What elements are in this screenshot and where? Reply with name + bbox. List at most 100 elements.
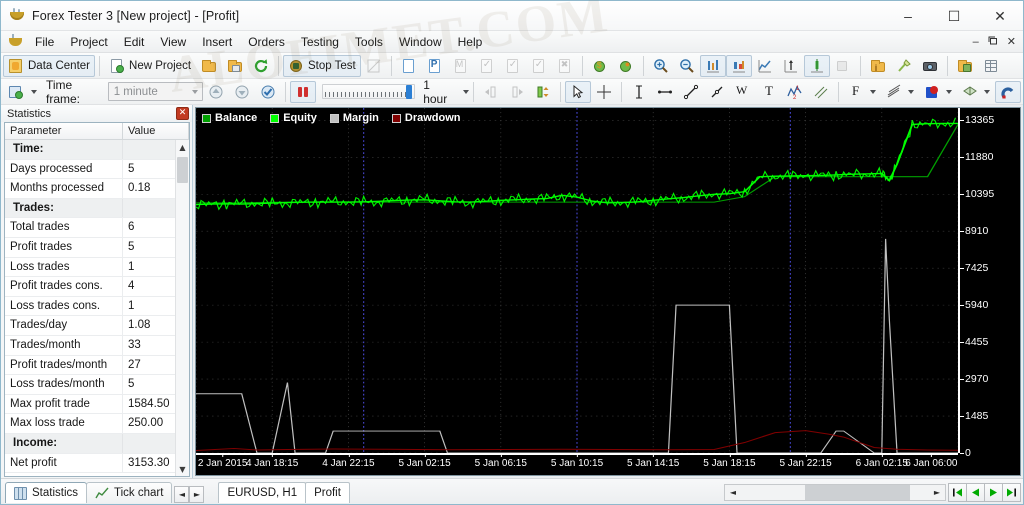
mdi-minimize-button[interactable]: – (973, 36, 979, 48)
autoscale-button[interactable] (803, 54, 830, 77)
line-style-button[interactable] (881, 81, 919, 103)
table-row[interactable]: Loss trades cons. 1 (5, 296, 189, 317)
wave-tool-button[interactable]: W (730, 81, 756, 103)
menu-item-window[interactable]: Window (391, 32, 450, 52)
doc-tab-eurusd[interactable]: EURUSD, H1 (218, 482, 307, 503)
table-row[interactable]: Months processed 0.18 (5, 179, 189, 199)
table-row[interactable]: Loss trades 1 (5, 257, 189, 278)
candlestick-mode-button[interactable] (725, 54, 752, 77)
profit-chart[interactable]: Balance Equity Margin Drawdown 0 1485 2970 445… (195, 107, 1021, 476)
news-button[interactable]: i (865, 55, 891, 77)
timeframe-down-button[interactable] (229, 81, 255, 103)
legend-item-margin[interactable]: Margin (329, 112, 379, 124)
position-button[interactable]: P (422, 55, 448, 77)
objects-dropdown-icon[interactable] (984, 89, 990, 94)
line-style-dropdown-icon[interactable] (908, 89, 914, 94)
new-project-button[interactable]: New Project (104, 55, 196, 77)
table-row[interactable]: Trades/day 1.08 (5, 316, 189, 336)
sell-order-button[interactable]: ● (613, 55, 639, 77)
buy-order-button[interactable]: $ (587, 55, 613, 77)
resize-bar-button[interactable] (530, 81, 556, 103)
scroll-down-button[interactable]: ▼ (176, 462, 190, 476)
table-row[interactable]: Max profit trade 1584.50 (5, 394, 189, 415)
chart-tool-button[interactable] (361, 55, 387, 77)
menu-item-file[interactable]: File (27, 32, 62, 52)
close-all-button[interactable]: ✖ (552, 55, 578, 77)
trend-line-tool-button[interactable] (678, 81, 704, 103)
add-indicator-button[interactable] (3, 81, 42, 103)
time-frame-select[interactable]: 1 minute (107, 82, 204, 101)
add-indicator-dropdown-icon[interactable] (31, 89, 37, 94)
cursor-tool-button[interactable] (565, 80, 591, 103)
new-chart-button[interactable] (396, 55, 422, 77)
scrollbar-thumb[interactable] (804, 484, 911, 500)
table-row[interactable]: Days processed 5 (5, 159, 189, 180)
color-button[interactable] (919, 81, 957, 103)
checklist-button-1[interactable]: ✓ (474, 55, 500, 77)
minimize-button[interactable]: – (885, 1, 931, 31)
menu-item-insert[interactable]: Insert (194, 32, 240, 52)
table-row[interactable]: Max loss trade 250.00 (5, 414, 189, 434)
zoom-in-button[interactable] (648, 55, 674, 77)
checklist-button-3[interactable]: ✓ (526, 55, 552, 77)
scroll-up-button[interactable]: ▲ (176, 140, 190, 154)
menu-item-view[interactable]: View (152, 32, 194, 52)
table-row[interactable]: Loss trades/month 5 (5, 375, 189, 395)
cleanup-button[interactable] (891, 55, 917, 77)
scrollbar-track[interactable] (741, 484, 929, 500)
data-center-button[interactable]: Data Center (3, 54, 96, 77)
legend-item-equity[interactable]: Equity (270, 112, 317, 124)
speed-dropdown-icon[interactable] (463, 89, 469, 94)
tab-nav-next-button[interactable]: ► (189, 485, 205, 503)
legend-item-drawdown[interactable]: Drawdown (391, 112, 461, 124)
apply-timeframe-button[interactable] (255, 81, 281, 103)
zoom-out-button[interactable] (674, 55, 700, 77)
tab-statistics[interactable]: Statistics (5, 482, 88, 503)
refresh-button[interactable] (248, 55, 274, 77)
objects-button[interactable] (957, 81, 995, 103)
reports-button[interactable] (978, 55, 1004, 77)
menu-item-project[interactable]: Project (62, 32, 115, 52)
statistics-rows[interactable]: Time: Days processed 5 Months processed 0.18… (5, 140, 189, 476)
screenshot-button[interactable] (917, 55, 943, 77)
statistics-close-button[interactable]: ✕ (176, 107, 189, 120)
font-button[interactable]: F (843, 81, 881, 103)
shift-left-button[interactable] (478, 81, 504, 103)
templates-button[interactable] (952, 55, 978, 77)
table-row[interactable]: Net profit 3153.30 (5, 453, 189, 474)
market-button[interactable]: M (448, 55, 474, 77)
menu-item-tools[interactable]: Tools (347, 32, 391, 52)
open-project-button[interactable] (196, 55, 222, 77)
fibonacci-tool-button[interactable]: 12 (782, 81, 808, 103)
vertical-line-tool-button[interactable] (626, 81, 652, 103)
color-dropdown-icon[interactable] (946, 89, 952, 94)
stop-test-button[interactable]: Stop Test (283, 54, 361, 77)
nav-last-button[interactable] (1002, 482, 1021, 502)
table-row[interactable]: Profit trades/month 27 (5, 355, 189, 376)
chart-settings-button[interactable] (830, 55, 856, 77)
font-dropdown-icon[interactable] (870, 89, 876, 94)
nav-first-button[interactable] (948, 482, 967, 502)
statistics-group-row[interactable]: Trades: (5, 198, 189, 219)
mdi-restore-button[interactable] (988, 36, 998, 48)
magnet-button[interactable] (995, 80, 1021, 103)
legend-item-balance[interactable]: Balance (202, 112, 257, 124)
scale-button[interactable] (778, 55, 804, 77)
chart-plot-area[interactable] (196, 108, 959, 454)
close-button[interactable]: ✕ (977, 1, 1023, 31)
statistics-group-row[interactable]: Time: (5, 140, 189, 160)
speed-slider[interactable] (322, 84, 416, 99)
menu-item-testing[interactable]: Testing (293, 32, 347, 52)
table-row[interactable]: Total trades 6 (5, 218, 189, 238)
statistics-vertical-scrollbar[interactable]: ▲ ▼ (175, 140, 189, 476)
horizontal-scrollbar[interactable]: ◄ ► (724, 483, 946, 501)
timeframe-up-button[interactable] (203, 81, 229, 103)
table-row[interactable]: Profit trades cons. 4 (5, 277, 189, 297)
menu-item-edit[interactable]: Edit (116, 32, 153, 52)
nav-next-button[interactable] (984, 482, 1003, 502)
ray-tool-button[interactable] (704, 81, 730, 103)
table-row[interactable]: Profit trades 5 (5, 237, 189, 258)
menu-item-help[interactable]: Help (450, 32, 491, 52)
statistics-group-row[interactable]: Income: (5, 433, 189, 454)
tab-nav-prev-button[interactable]: ◄ (174, 485, 190, 503)
